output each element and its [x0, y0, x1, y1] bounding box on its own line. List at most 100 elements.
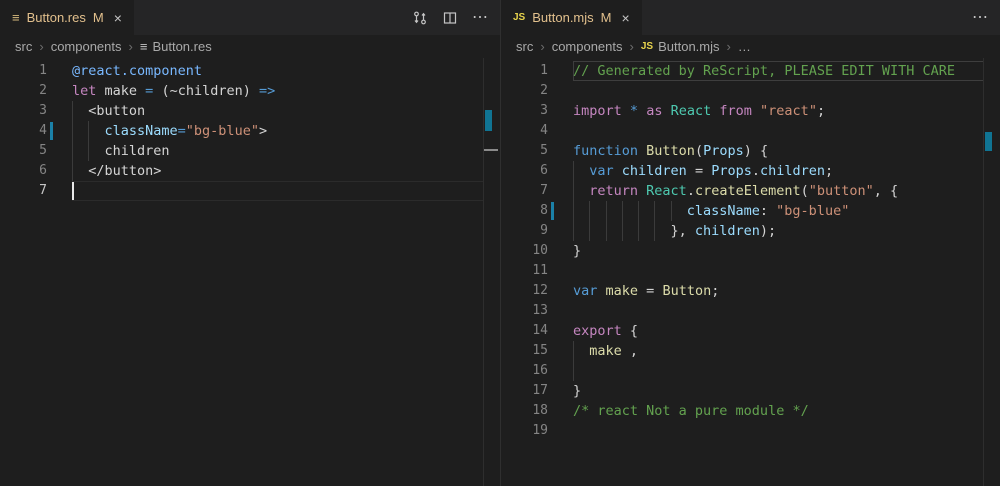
token [597, 283, 605, 299]
res-file-icon: ≡ [12, 10, 20, 25]
code-text[interactable] [573, 361, 984, 381]
breadcrumb-more[interactable]: … [738, 39, 751, 54]
code-text[interactable]: /* react Not a pure module */ [573, 401, 984, 421]
code-text[interactable]: <button [72, 101, 484, 121]
code-text[interactable]: let make = (~children) => [72, 81, 484, 101]
line-number[interactable]: 6 [501, 161, 548, 181]
token: // Generated by ReScript, PLEASE EDIT WI… [573, 63, 955, 79]
breadcrumb-file[interactable]: JSButton.mjs [641, 39, 720, 54]
code-text[interactable]: }, children); [573, 221, 984, 241]
gutter [548, 121, 573, 141]
line-number[interactable]: 19 [501, 421, 548, 441]
breadcrumb-item[interactable]: components [552, 39, 623, 54]
code-text[interactable] [573, 301, 984, 321]
code-text[interactable]: } [573, 381, 984, 401]
indent-guide [622, 221, 638, 241]
line-number[interactable]: 7 [501, 181, 548, 201]
editor-group-left: ≡ Button.res M × [0, 0, 500, 486]
code-line: 7 return React.createElement("button", { [501, 181, 984, 201]
line-number[interactable]: 8 [501, 201, 548, 221]
token: ; [711, 283, 719, 299]
line-number[interactable]: 16 [501, 361, 548, 381]
line-number[interactable]: 3 [0, 101, 47, 121]
editor-actions-left: ⋯ [412, 0, 500, 35]
code-text[interactable]: } [573, 241, 984, 261]
code-line: 1 @react.component [0, 61, 484, 81]
line-number[interactable]: 6 [0, 161, 47, 181]
code-line: 15 make , [501, 341, 984, 361]
more-actions-icon[interactable]: ⋯ [472, 10, 488, 26]
indent-guide [72, 121, 88, 141]
token: "bg-blue" [776, 203, 849, 219]
more-actions-icon[interactable]: ⋯ [972, 10, 988, 26]
line-number[interactable]: 1 [501, 61, 548, 81]
line-number[interactable]: 9 [501, 221, 548, 241]
token: } [573, 243, 581, 259]
code-text[interactable] [573, 421, 984, 441]
token: : [760, 203, 776, 219]
breadcrumb: src›components›JSButton.mjs›… [501, 35, 1000, 58]
code-line: 16 [501, 361, 984, 381]
tab-button-res[interactable]: ≡ Button.res M × [0, 0, 134, 35]
line-number[interactable]: 14 [501, 321, 548, 341]
code-text[interactable] [573, 121, 984, 141]
code-text[interactable]: import * as React from "react"; [573, 101, 984, 121]
code-text[interactable]: return React.createElement("button", { [573, 181, 984, 201]
code-text[interactable]: className="bg-blue"> [72, 121, 484, 141]
gutter [47, 161, 72, 181]
code-text[interactable]: className: "bg-blue" [573, 201, 984, 221]
line-number[interactable]: 4 [0, 121, 47, 141]
token: "button" [809, 183, 874, 199]
js-file-icon: JS [513, 12, 525, 23]
breadcrumb-item[interactable]: src [516, 39, 533, 54]
line-number[interactable]: 10 [501, 241, 548, 261]
line-number[interactable]: 1 [0, 61, 47, 81]
tab-button-mjs[interactable]: JS Button.mjs M × [501, 0, 642, 35]
gutter [548, 101, 573, 121]
indent-guide [88, 141, 104, 161]
breadcrumb-file[interactable]: ≡Button.res [140, 39, 212, 54]
code-line: 8 className: "bg-blue" [501, 201, 984, 221]
code-text[interactable] [573, 81, 984, 101]
breadcrumb-item[interactable]: components [51, 39, 122, 54]
token: function [573, 143, 638, 159]
line-number[interactable]: 5 [0, 141, 47, 161]
code-text[interactable]: </button> [72, 161, 484, 181]
open-changes-icon[interactable] [412, 10, 428, 26]
line-number[interactable]: 13 [501, 301, 548, 321]
close-icon[interactable]: × [114, 10, 122, 26]
token: Props [703, 143, 744, 159]
split-editor-icon[interactable] [442, 10, 458, 26]
line-number[interactable]: 17 [501, 381, 548, 401]
code-text[interactable]: var children = Props.children; [573, 161, 984, 181]
close-icon[interactable]: × [622, 10, 630, 26]
line-number[interactable]: 18 [501, 401, 548, 421]
line-number[interactable]: 7 [0, 181, 47, 201]
git-modified-line-marker [551, 202, 554, 220]
code-text[interactable] [573, 261, 984, 281]
code-text[interactable]: make , [573, 341, 984, 361]
line-number[interactable]: 12 [501, 281, 548, 301]
line-number[interactable]: 2 [0, 81, 47, 101]
indent-guide [654, 201, 670, 221]
token: }, [671, 223, 695, 239]
gutter [47, 61, 72, 81]
code-text[interactable]: // Generated by ReScript, PLEASE EDIT WI… [573, 61, 984, 81]
code-text[interactable]: function Button(Props) { [573, 141, 984, 161]
code-editor-res: 1 @react.component 2 let make = (~children)… [0, 58, 500, 486]
code-text[interactable]: children [72, 141, 484, 161]
line-number[interactable]: 15 [501, 341, 548, 361]
line-number[interactable]: 3 [501, 101, 548, 121]
breadcrumb-item[interactable]: src [15, 39, 32, 54]
code-text[interactable]: export { [573, 321, 984, 341]
code-text[interactable]: var make = Button; [573, 281, 984, 301]
code-text[interactable]: @react.component [72, 61, 484, 81]
line-number[interactable]: 2 [501, 81, 548, 101]
token: ); [760, 223, 776, 239]
tabbar-left: ≡ Button.res M × [0, 0, 500, 35]
line-number[interactable]: 5 [501, 141, 548, 161]
code-text[interactable] [72, 181, 484, 201]
line-number[interactable]: 4 [501, 121, 548, 141]
tab-label: Button.mjs [532, 10, 593, 25]
line-number[interactable]: 11 [501, 261, 548, 281]
